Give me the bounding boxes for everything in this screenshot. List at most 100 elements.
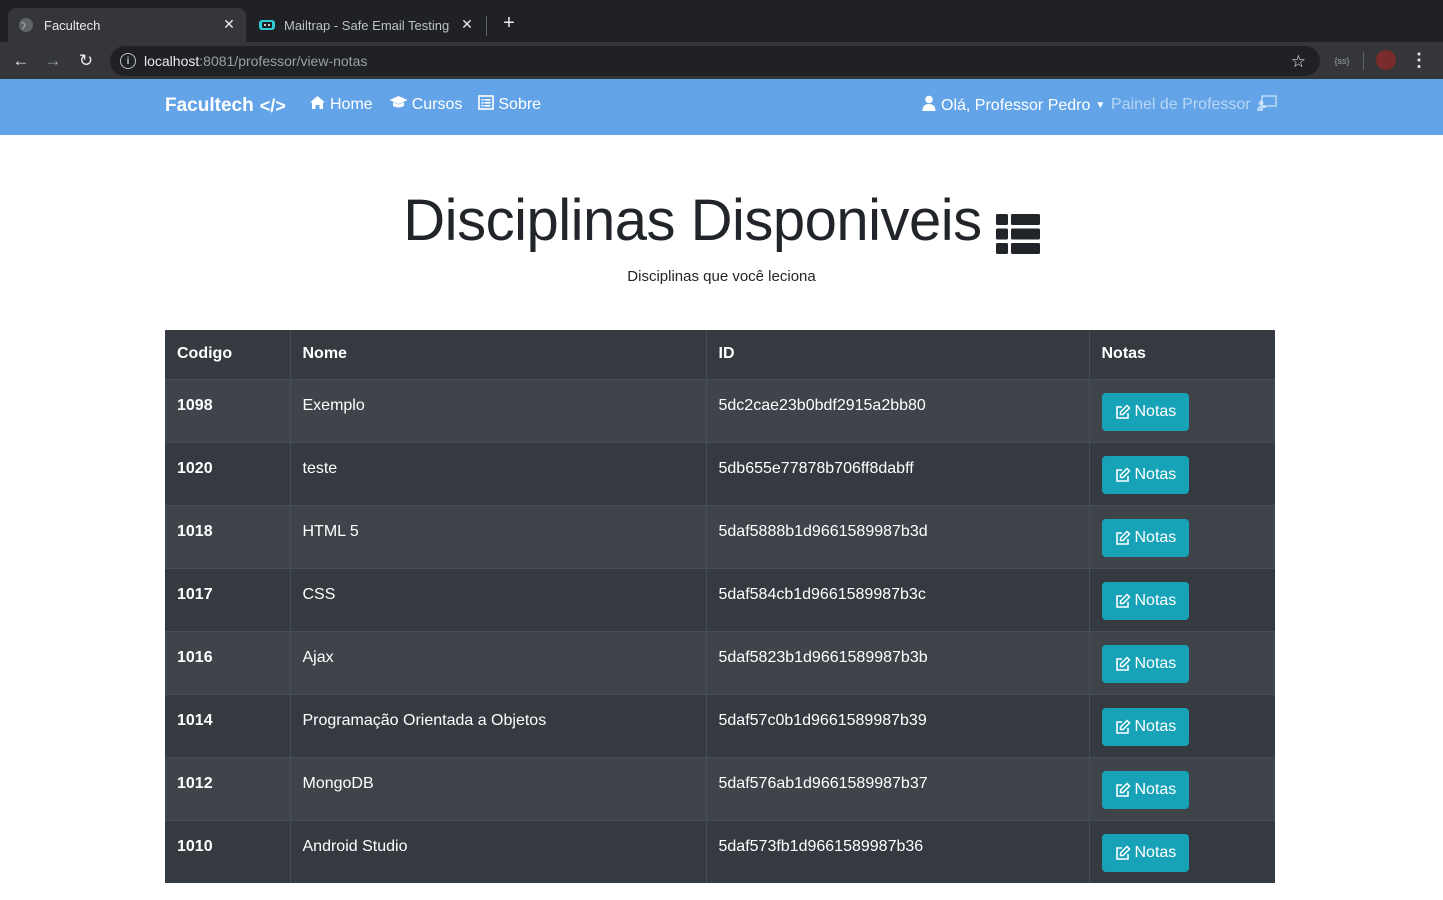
column-header-id: ID xyxy=(706,330,1090,380)
cell-id: 5dc2cae23b0bdf2915a2bb80 xyxy=(706,378,1090,442)
cell-id: 5daf584cb1d9661589987b3c xyxy=(706,567,1090,631)
table-icon xyxy=(995,201,1040,254)
edit-icon xyxy=(1115,655,1131,672)
browser-toolbar: ← → ↻ i localhost:8081/professor/view-no… xyxy=(0,42,1443,79)
edit-icon xyxy=(1115,718,1131,735)
cell-notas: Notas xyxy=(1089,504,1275,568)
browser-tab-mailtrap[interactable]: Mailtrap - Safe Email Testing ✕ xyxy=(248,8,484,42)
table-row: 1018 HTML 5 5daf5888b1d9661589987b3d Notas xyxy=(165,504,1275,568)
browser-tab-facultech[interactable]: Facultech ✕ xyxy=(8,8,246,42)
nav-link-label: Home xyxy=(330,95,373,113)
close-tab-icon[interactable]: ✕ xyxy=(458,16,476,33)
brand-name: Facultech xyxy=(165,95,254,116)
cell-id: 5daf573fb1d9661589987b36 xyxy=(706,819,1090,883)
cell-id: 5daf576ab1d9661589987b37 xyxy=(706,756,1090,820)
edit-icon xyxy=(1115,844,1131,861)
nav-link-label: Sobre xyxy=(498,95,542,113)
notas-button-label: Notas xyxy=(1134,843,1177,861)
home-icon xyxy=(309,95,326,114)
url-path: :8081/professor/view-notas xyxy=(199,53,368,69)
site-info-icon[interactable]: i xyxy=(120,53,136,69)
tab-title: Mailtrap - Safe Email Testing xyxy=(284,17,450,33)
tab-divider xyxy=(486,16,487,36)
extension-icon[interactable]: {ss} xyxy=(1330,53,1354,69)
new-tab-icon[interactable]: + xyxy=(498,12,520,35)
cell-codigo: 1012 xyxy=(165,756,291,820)
cell-nome: MongoDB xyxy=(290,756,707,820)
bookmark-star-icon[interactable]: ☆ xyxy=(1291,52,1306,72)
cell-codigo: 1016 xyxy=(165,630,291,694)
nav-link-home[interactable]: Home xyxy=(309,95,373,114)
column-header-codigo: Codigo xyxy=(165,330,291,380)
cell-nome: CSS xyxy=(290,567,707,631)
code-icon: </> xyxy=(259,95,286,116)
edit-icon xyxy=(1115,403,1131,420)
notas-button-label: Notas xyxy=(1134,402,1177,420)
notas-button-label: Notas xyxy=(1134,465,1177,483)
globe-icon xyxy=(18,17,34,33)
table-row: 1017 CSS 5daf584cb1d9661589987b3c Notas xyxy=(165,567,1275,631)
cell-codigo: 1018 xyxy=(165,504,291,568)
page-header: Disciplinas Disponiveis Disciplinas que … xyxy=(0,135,1443,285)
cell-notas: Notas xyxy=(1089,630,1275,694)
address-bar[interactable]: i localhost:8081/professor/view-notas ☆ xyxy=(110,46,1320,76)
cell-codigo: 1014 xyxy=(165,693,291,757)
professor-panel-link[interactable]: Painel de Professor xyxy=(1111,95,1277,115)
brand-link[interactable]: Facultech </> xyxy=(165,95,286,117)
caret-down-icon: ▼ xyxy=(1095,100,1106,111)
back-arrow-icon[interactable]: ← xyxy=(10,50,32,72)
notas-button[interactable]: Notas xyxy=(1101,833,1190,872)
notas-button[interactable]: Notas xyxy=(1101,644,1190,683)
nav-link-sobre[interactable]: Sobre xyxy=(478,95,541,114)
notas-button[interactable]: Notas xyxy=(1101,518,1190,557)
cell-nome: HTML 5 xyxy=(290,504,707,568)
cell-notas: Notas xyxy=(1089,693,1275,757)
notas-button[interactable]: Notas xyxy=(1101,770,1190,809)
graduation-cap-icon xyxy=(389,95,408,114)
cell-nome: Programação Orientada a Objetos xyxy=(290,693,707,757)
close-tab-icon[interactable]: ✕ xyxy=(220,16,238,33)
notas-button[interactable]: Notas xyxy=(1101,581,1190,620)
toolbar-divider xyxy=(1363,52,1364,70)
nav-link-cursos[interactable]: Cursos xyxy=(389,95,463,114)
page-title-wrap: Disciplinas Disponiveis xyxy=(0,135,1443,254)
cell-notas: Notas xyxy=(1089,567,1275,631)
cell-nome: Ajax xyxy=(290,630,707,694)
cell-nome: Android Studio xyxy=(290,819,707,883)
edit-icon xyxy=(1115,529,1131,546)
list-alt-icon xyxy=(478,95,495,114)
cell-notas: Notas xyxy=(1089,378,1275,442)
cell-id: 5db655e77878b706ff8dabff xyxy=(706,441,1090,505)
user-greeting: Olá, Professor Pedro xyxy=(941,96,1091,114)
reload-icon[interactable]: ↻ xyxy=(75,50,97,72)
tab-title: Facultech xyxy=(44,17,101,33)
cell-id: 5daf5888b1d9661589987b3d xyxy=(706,504,1090,568)
table-row: 1020 teste 5db655e77878b706ff8dabff Notas xyxy=(165,441,1275,505)
cell-codigo: 1098 xyxy=(165,378,291,442)
table-header-row: Codigo Nome ID Notas xyxy=(165,330,1275,380)
cell-id: 5daf57c0b1d9661589987b39 xyxy=(706,693,1090,757)
user-dropdown-toggle[interactable]: Olá, Professor Pedro ▼ xyxy=(922,95,1105,116)
profile-avatar[interactable] xyxy=(1376,50,1396,70)
edit-icon xyxy=(1115,781,1131,798)
notas-button-label: Notas xyxy=(1134,780,1177,798)
notas-button[interactable]: Notas xyxy=(1101,392,1190,431)
table-row: 1010 Android Studio 5daf573fb1d9661589987b… xyxy=(165,819,1275,883)
browser-menu-icon[interactable]: ⋮ xyxy=(1410,49,1428,71)
notas-button[interactable]: Notas xyxy=(1101,707,1190,746)
column-header-notas: Notas xyxy=(1089,330,1275,380)
notas-button[interactable]: Notas xyxy=(1101,455,1190,494)
notas-button-label: Notas xyxy=(1134,654,1177,672)
notas-button-label: Notas xyxy=(1134,717,1177,735)
panel-label: Painel de Professor xyxy=(1111,96,1251,113)
nav-link-label: Cursos xyxy=(411,95,463,113)
user-icon xyxy=(922,95,936,116)
cell-notas: Notas xyxy=(1089,819,1275,883)
cell-codigo: 1010 xyxy=(165,819,291,883)
page-subtitle: Disciplinas que você leciona xyxy=(627,268,816,285)
disciplines-table: Codigo Nome ID Notas 1098 Exemplo 5dc2cae2… xyxy=(165,330,1275,883)
notas-button-label: Notas xyxy=(1134,591,1177,609)
cell-notas: Notas xyxy=(1089,756,1275,820)
forward-arrow-icon[interactable]: → xyxy=(42,50,64,72)
cell-nome: Exemplo xyxy=(290,378,707,442)
